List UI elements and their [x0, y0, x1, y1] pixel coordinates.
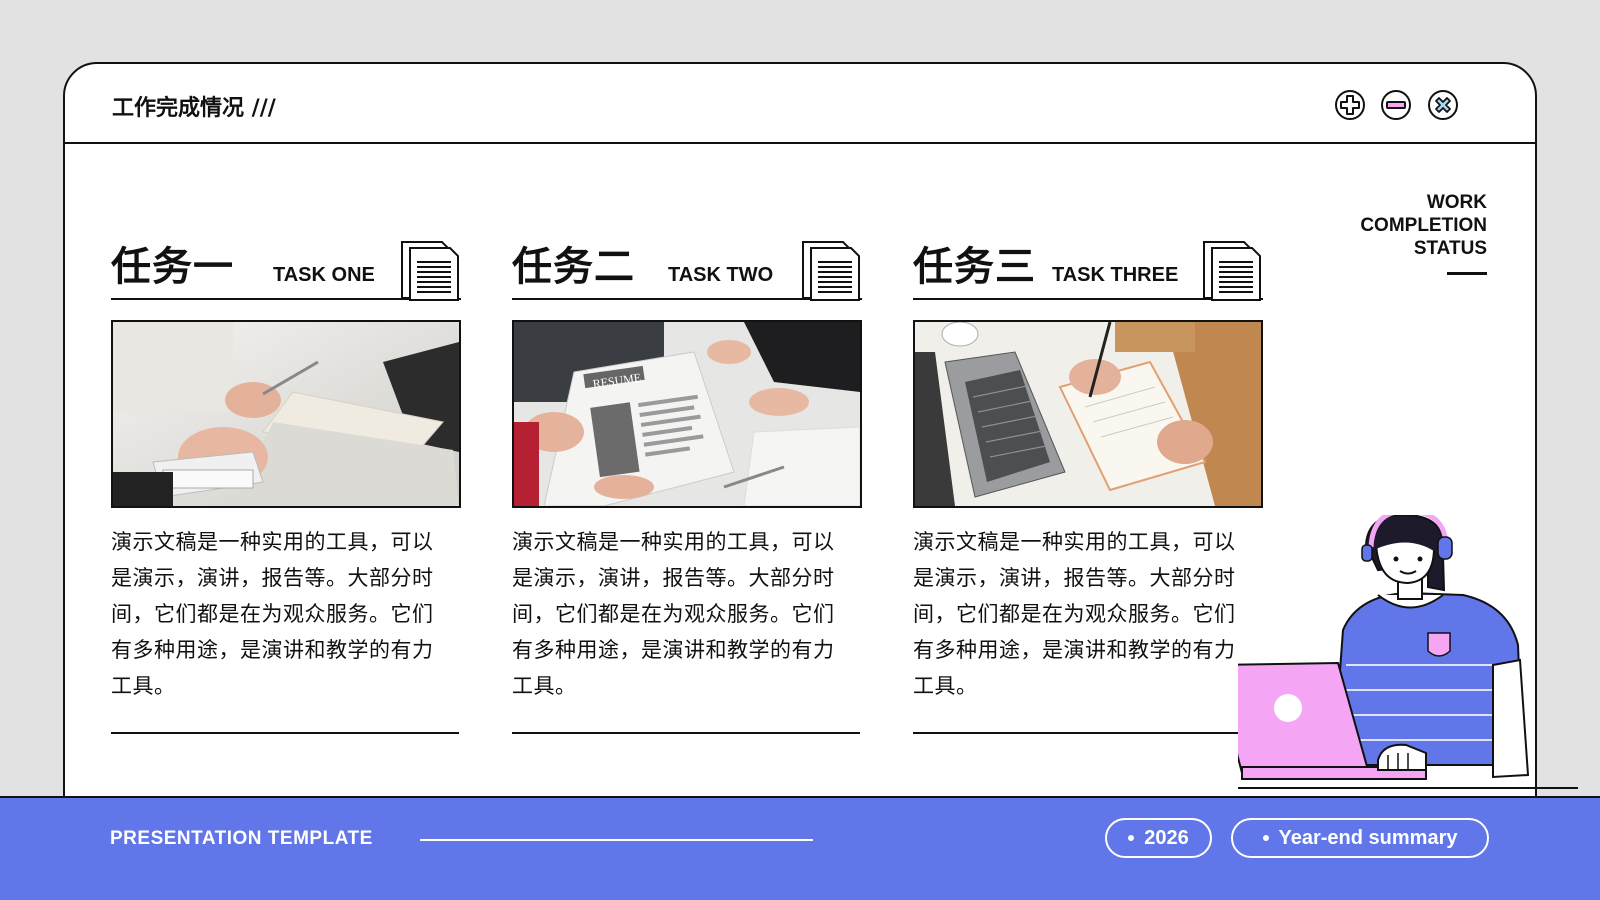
side-heading-underline [1447, 272, 1487, 275]
summary-label: Year-end summary [1278, 826, 1458, 849]
task-title-en: TASK ONE [273, 264, 375, 286]
task-title-cn: 任务二 [512, 244, 635, 290]
person-with-laptop-illustration [1238, 515, 1578, 789]
task-divider [913, 732, 1261, 734]
desc-line: 是演示，演讲，报告等。大部分时 [111, 566, 434, 590]
task-header: 任务二 TASK TWO [512, 232, 862, 301]
document-icon [1203, 241, 1261, 301]
plus-icon[interactable] [1335, 90, 1365, 120]
desc-line: 是演示，演讲，报告等。大部分时 [913, 566, 1236, 590]
calculator-desk-photo [111, 320, 461, 508]
document-icon [401, 241, 459, 301]
footer-title: PRESENTATION TEMPLATE [110, 828, 373, 849]
footer-bar: PRESENTATION TEMPLATE 2026 Year-end summ… [0, 796, 1600, 900]
task-description: 演示文稿是一种实用的工具，可以 是演示，演讲，报告等。大部分时 间，它们都是在为… [913, 524, 1263, 704]
task-divider [512, 732, 860, 734]
desc-line: 工具。 [913, 674, 978, 698]
year-badge[interactable]: 2026 [1105, 818, 1212, 858]
desc-line: 间，它们都是在为观众服务。它们 [111, 602, 434, 626]
footer-divider [420, 839, 813, 841]
summary-badge[interactable]: Year-end summary [1231, 818, 1489, 858]
task-card-three: 任务三 TASK THREE 演示文稿是一种实用的工具，可以 是演示，演讲，报告… [913, 232, 1263, 734]
task-header: 任务一 TASK ONE [111, 232, 461, 301]
title-bar: 工作完成情况 /// [65, 64, 1535, 144]
desc-line: 演示文稿是一种实用的工具，可以 [913, 530, 1236, 554]
task-description: 演示文稿是一种实用的工具，可以 是演示，演讲，报告等。大部分时 间，它们都是在为… [512, 524, 862, 704]
desc-line: 工具。 [111, 674, 176, 698]
bullet-dot-icon [1262, 835, 1269, 841]
task-title-en: TASK THREE [1052, 264, 1179, 286]
side-heading-line2: COMPLETION [1360, 215, 1487, 236]
desc-line: 是演示，演讲，报告等。大部分时 [512, 566, 835, 590]
close-icon[interactable] [1428, 90, 1458, 120]
desc-line: 演示文稿是一种实用的工具，可以 [512, 530, 835, 554]
desc-line: 间，它们都是在为观众服务。它们 [512, 602, 835, 626]
desc-line: 有多种用途，是演讲和教学的有力 [512, 638, 835, 662]
work-completion-heading: WORK COMPLETION STATUS [1360, 191, 1487, 260]
desc-line: 演示文稿是一种实用的工具，可以 [111, 530, 434, 554]
laptop-notebook-photo [913, 320, 1263, 508]
task-title-cn: 任务一 [111, 244, 234, 290]
desc-line: 间，它们都是在为观众服务。它们 [913, 602, 1236, 626]
year-label: 2026 [1144, 826, 1189, 849]
document-icon [802, 241, 860, 301]
task-header: 任务三 TASK THREE [913, 232, 1263, 301]
task-title-en: TASK TWO [668, 264, 774, 286]
minus-icon[interactable] [1381, 90, 1411, 120]
bullet-dot-icon [1128, 835, 1135, 841]
side-heading-line1: WORK [1426, 192, 1487, 213]
task-description: 演示文稿是一种实用的工具，可以 是演示，演讲，报告等。大部分时 间，它们都是在为… [111, 524, 461, 704]
task-card-two: 任务二 TASK TWO RESUME 演示文稿是一种实用的工具，可以 是演示，… [512, 232, 862, 734]
task-card-one: 任务一 TASK ONE 演示文稿是一种实用的工具，可以 是演示，演讲，报告等。… [111, 232, 461, 734]
desc-line: 有多种用途，是演讲和教学的有力 [111, 638, 434, 662]
task-divider [111, 732, 459, 734]
resume-interview-photo: RESUME [512, 320, 862, 508]
window-title: 工作完成情况 /// [112, 96, 276, 121]
side-heading-line3: STATUS [1413, 238, 1487, 259]
desc-line: 有多种用途，是演讲和教学的有力 [913, 638, 1236, 662]
task-title-cn: 任务三 [913, 244, 1036, 290]
desc-line: 工具。 [512, 674, 577, 698]
